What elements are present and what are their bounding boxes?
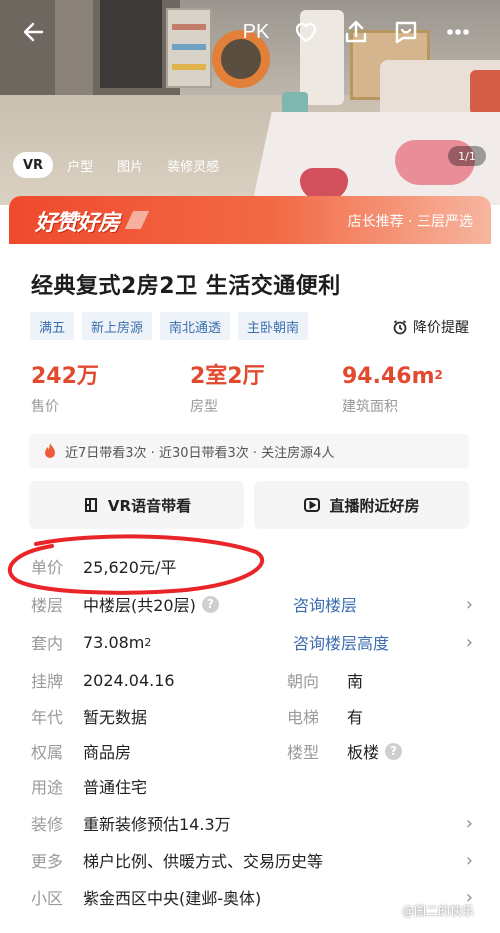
stat-layout-label: 房型 bbox=[190, 399, 218, 415]
action-buttons: VR语音带看 直播附近好房 bbox=[29, 481, 469, 529]
tag: 南北通透 bbox=[160, 312, 231, 340]
detail-value: 板楼? bbox=[347, 739, 403, 763]
play-icon bbox=[304, 498, 321, 512]
detail-row-inner-area[interactable]: 套内 73.08m 2 咨询楼层高度 › bbox=[9, 627, 491, 657]
detail-key: 用途 bbox=[31, 778, 64, 797]
live-stream-button[interactable]: 直播附近好房 bbox=[254, 481, 469, 529]
photo-counter: 1/1 bbox=[448, 146, 486, 166]
detail-row-usage: 用途 普通住宅 bbox=[9, 771, 491, 801]
share-icon[interactable] bbox=[338, 14, 374, 50]
detail-value: 25,620元/平 bbox=[83, 558, 177, 577]
stat-area-label: 建筑面积 bbox=[342, 399, 398, 415]
detail-value: 普通住宅 bbox=[83, 778, 148, 797]
stat-price-label: 售价 bbox=[31, 399, 59, 415]
recommend-banner[interactable]: 好赞好房 店长推荐 · 三层严选 bbox=[9, 196, 491, 244]
detail-key: 楼层 bbox=[31, 596, 64, 615]
detail-row-ownership: 权属 商品房 楼型 板楼? bbox=[9, 736, 491, 766]
more-icon[interactable] bbox=[440, 14, 476, 50]
banner-text: 店长推荐 · 三层严选 bbox=[347, 214, 473, 230]
top-bar: PK bbox=[0, 0, 500, 66]
detail-key: 更多 bbox=[31, 852, 64, 871]
building-type-value: 板楼 bbox=[347, 743, 380, 762]
tab-decor-ideas[interactable]: 装修灵感 bbox=[157, 152, 229, 178]
detail-row-more[interactable]: 更多 梯户比例、供暖方式、交易历史等 › bbox=[9, 845, 491, 875]
inner-area-sup: 2 bbox=[144, 635, 152, 649]
visit-stats-text: 近7日带看3次 · 近30日带看3次 · 关注房源4人 bbox=[65, 445, 335, 461]
detail-row-decoration[interactable]: 装修 重新装修预估14.3万 › bbox=[9, 808, 491, 838]
back-icon[interactable] bbox=[16, 14, 52, 50]
vr-cube-icon bbox=[84, 498, 97, 512]
tag-list: 满五 新上房源 南北通透 主卧朝南 bbox=[30, 312, 309, 340]
stat-price-value: 242万 bbox=[31, 364, 99, 389]
stat-price: 242万 售价 bbox=[31, 364, 99, 416]
floor-value: 中楼层(共20层) bbox=[83, 596, 196, 615]
watermark: @国二的快乐 bbox=[385, 902, 474, 919]
detail-row-unit-price: 单价 25,620元/平 bbox=[9, 551, 491, 581]
detail-key: 小区 bbox=[31, 889, 64, 908]
stat-area-unit-sup: 2 bbox=[434, 368, 443, 382]
detail-row-listed: 挂牌 2024.04.16 朝向 南 bbox=[9, 665, 491, 695]
stat-area: 94.46m2 建筑面积 bbox=[342, 364, 443, 416]
stat-layout: 2室2厅 房型 bbox=[190, 364, 265, 416]
detail-value: 73.08m 2 bbox=[83, 633, 151, 652]
detail-key: 套内 bbox=[31, 634, 64, 653]
key-stats: 242万 售价 2室2厅 房型 94.46m2 建筑面积 bbox=[9, 364, 491, 424]
detail-value: 重新装修预估14.3万 bbox=[83, 815, 231, 834]
detail-value: 南 bbox=[347, 672, 364, 691]
tab-photos[interactable]: 图片 bbox=[107, 152, 153, 178]
alarm-clock-icon bbox=[393, 320, 407, 335]
message-icon[interactable] bbox=[388, 14, 424, 50]
live-stream-label: 直播附近好房 bbox=[329, 496, 420, 515]
tab-vr[interactable]: VR bbox=[13, 152, 54, 178]
detail-value: 中楼层(共20层)? bbox=[83, 592, 219, 616]
watermark-logo-icon bbox=[385, 903, 399, 918]
detail-row-floor[interactable]: 楼层 中楼层(共20层)? 咨询楼层 › bbox=[9, 589, 491, 619]
flame-icon bbox=[43, 442, 57, 460]
tag: 新上房源 bbox=[82, 312, 153, 340]
detail-value: 暂无数据 bbox=[83, 708, 148, 727]
chevron-right-icon[interactable]: › bbox=[466, 850, 473, 871]
listing-card: 好赞好房 店长推荐 · 三层严选 经典复式2房2卫 生活交通便利 满五 新上房源… bbox=[9, 196, 491, 933]
detail-key: 年代 bbox=[31, 708, 64, 727]
tag: 满五 bbox=[30, 312, 75, 340]
media-tabs: VR 户型 图片 装修灵感 bbox=[13, 152, 229, 178]
inner-area-value: 73.08m bbox=[83, 632, 145, 652]
price-alert-button[interactable]: 降价提醒 bbox=[392, 317, 469, 337]
detail-value: 商品房 bbox=[83, 743, 132, 762]
chevron-right-icon[interactable]: › bbox=[466, 813, 473, 834]
detail-key: 权属 bbox=[31, 743, 64, 762]
stat-layout-value: 2室2厅 bbox=[190, 364, 265, 389]
stat-area-value: 94.46m2 bbox=[342, 364, 443, 390]
detail-key: 朝向 bbox=[287, 672, 320, 691]
detail-key: 楼型 bbox=[287, 743, 320, 762]
banner-logo: 好赞好房 bbox=[35, 205, 120, 237]
detail-value: 梯户比例、供暖方式、交易历史等 bbox=[83, 852, 324, 871]
tag: 主卧朝南 bbox=[238, 312, 309, 340]
chevron-right-icon[interactable]: › bbox=[466, 594, 473, 615]
photo-pillow bbox=[470, 70, 500, 115]
detail-key: 挂牌 bbox=[31, 672, 64, 691]
heart-icon[interactable] bbox=[288, 14, 324, 50]
detail-value: 紫金西区中央(建邺-奥体) bbox=[83, 889, 262, 908]
chevron-right-icon[interactable]: › bbox=[466, 632, 473, 653]
detail-key: 电梯 bbox=[287, 708, 320, 727]
detail-row-year: 年代 暂无数据 电梯 有 bbox=[9, 701, 491, 731]
help-icon[interactable]: ? bbox=[201, 595, 219, 613]
detail-value: 有 bbox=[347, 708, 364, 727]
ask-floor-height-link[interactable]: 咨询楼层高度 bbox=[293, 630, 389, 654]
help-icon[interactable]: ? bbox=[385, 742, 403, 760]
price-alert-label: 降价提醒 bbox=[413, 320, 469, 336]
detail-value: 2024.04.16 bbox=[83, 670, 175, 690]
pk-button[interactable]: PK bbox=[238, 14, 274, 50]
detail-key: 单价 bbox=[31, 558, 64, 577]
watermark-text: @国二的快乐 bbox=[402, 904, 475, 918]
listing-title: 经典复式2房2卫 生活交通便利 bbox=[31, 274, 341, 299]
ask-floor-link[interactable]: 咨询楼层 bbox=[293, 592, 357, 616]
detail-key: 装修 bbox=[31, 815, 64, 834]
vr-tour-label: VR语音带看 bbox=[107, 496, 192, 515]
tab-floorplan[interactable]: 户型 bbox=[57, 152, 103, 178]
visit-stats: 近7日带看3次 · 近30日带看3次 · 关注房源4人 bbox=[29, 434, 469, 468]
vr-tour-button[interactable]: VR语音带看 bbox=[29, 481, 244, 529]
stat-area-number: 94.46m bbox=[342, 364, 435, 389]
